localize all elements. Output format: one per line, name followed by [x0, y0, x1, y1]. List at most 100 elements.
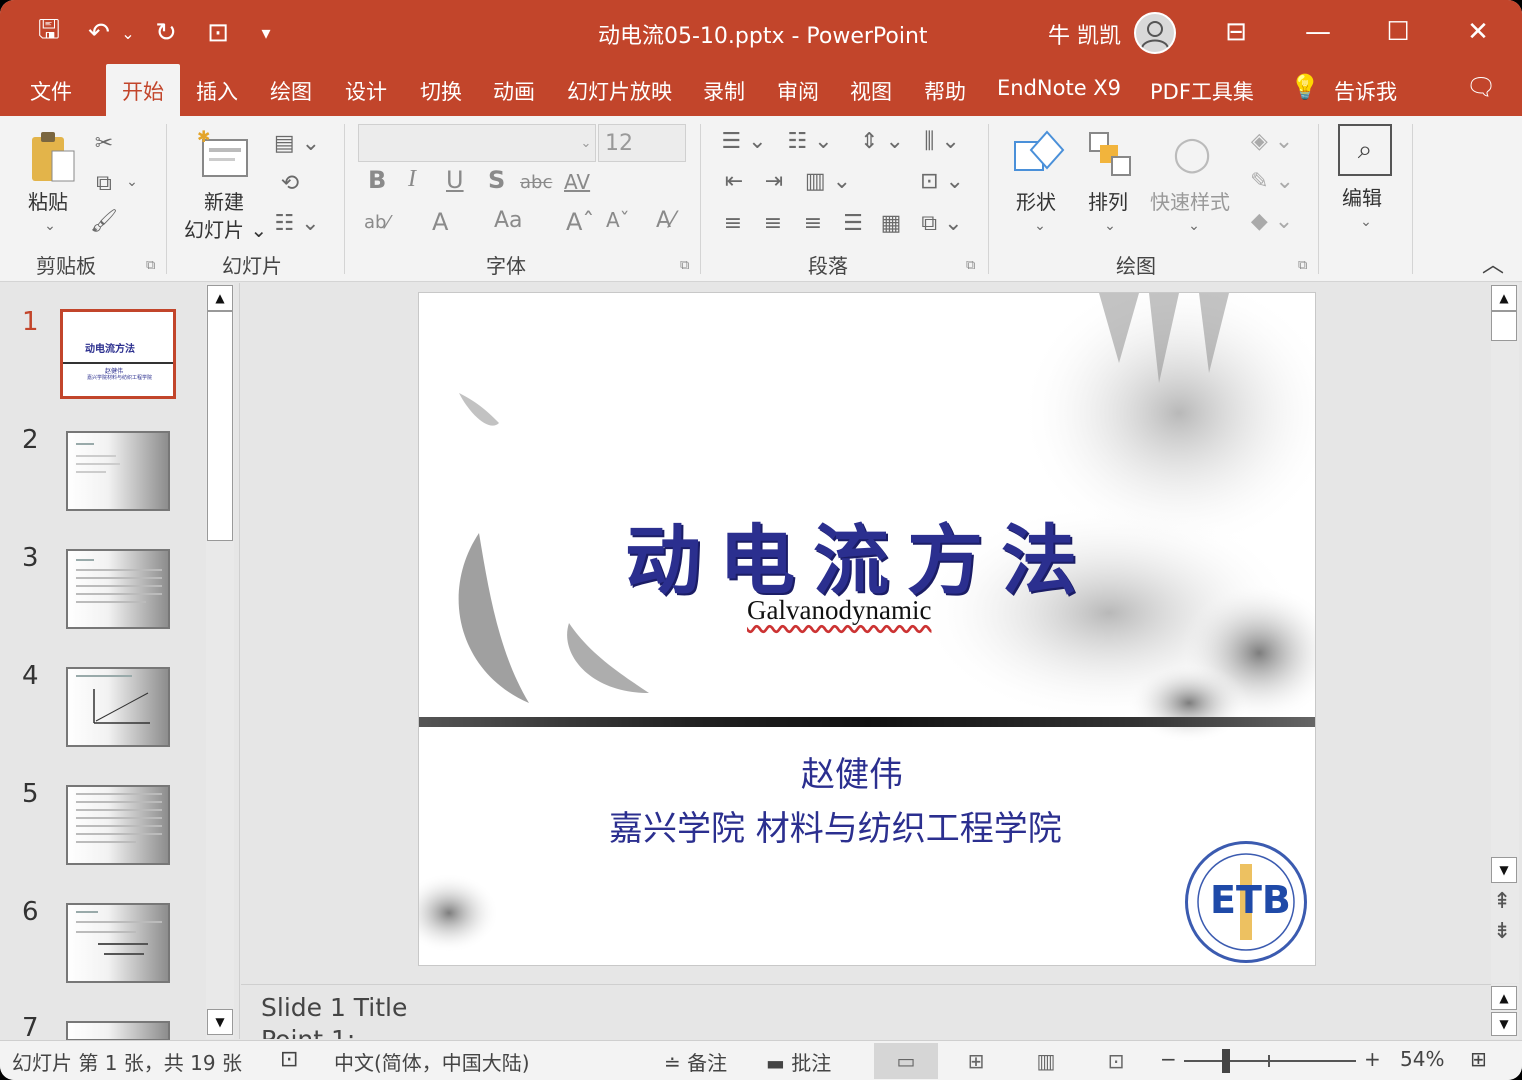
tab-draw[interactable]: 绘图 — [270, 76, 312, 106]
accessibility-icon[interactable]: ⊡ — [280, 1047, 298, 1072]
tab-design[interactable]: 设计 — [345, 76, 387, 106]
tab-pdf-tools[interactable]: PDF工具集 — [1150, 76, 1254, 106]
increase-indent-icon[interactable]: ⇥ — [756, 166, 792, 196]
clear-formatting-button[interactable]: A⁄ — [656, 208, 675, 233]
change-case-button[interactable]: Aa — [494, 208, 523, 233]
cut-icon[interactable]: ✂ — [88, 128, 120, 158]
new-slide-label[interactable]: 新建 — [204, 186, 244, 215]
change-case-highlight-button[interactable]: ab⁄ — [364, 212, 389, 233]
font-size-combo[interactable]: 12 — [598, 124, 686, 162]
notes-point[interactable]: Point 1: — [261, 1025, 355, 1039]
layout-icon[interactable]: ▤ ⌄ — [272, 128, 322, 158]
slide-scrollbar[interactable]: ▲ ▼ ⇞ ⇟ — [1491, 283, 1519, 983]
avatar[interactable] — [1134, 12, 1176, 54]
line-spacing-icon[interactable]: ⇕ ⌄ — [854, 126, 910, 156]
notes-scrollbar[interactable]: ▲ ▼ — [1491, 984, 1519, 1039]
shapes-dropdown-icon[interactable]: ⌄ — [1030, 216, 1050, 236]
clipboard-launcher-icon[interactable]: ⧉ — [146, 258, 155, 273]
ribbon-display-options-icon[interactable]: ⊟ — [1216, 14, 1256, 50]
font-launcher-icon[interactable]: ⧉ — [680, 258, 689, 273]
shadow-button[interactable]: S — [488, 166, 505, 194]
tab-help[interactable]: 帮助 — [924, 76, 966, 106]
scroll-up-button[interactable]: ▲ — [1491, 986, 1517, 1010]
tab-view[interactable]: 视图 — [850, 76, 892, 106]
tab-transitions[interactable]: 切换 — [420, 76, 462, 106]
present-from-start-icon[interactable]: ⊡ — [198, 16, 238, 50]
scroll-thumb[interactable] — [207, 311, 233, 541]
notes-toggle-button[interactable]: ≐ 备注 — [664, 1047, 727, 1076]
undo-icon[interactable]: ↶ — [82, 16, 116, 50]
smartart-icon[interactable]: ⧉ ⌄ — [914, 208, 970, 238]
fit-slide-button[interactable]: ⊞ — [1470, 1047, 1487, 1071]
underline-button[interactable]: U — [446, 166, 464, 194]
slide-thumbnail-5[interactable] — [66, 785, 170, 865]
quick-styles-icon[interactable]: ◯ — [1164, 126, 1220, 182]
quick-styles-dropdown-icon[interactable]: ⌄ — [1184, 216, 1204, 236]
increase-font-size-button[interactable]: Aˆ — [566, 208, 594, 236]
minimize-button[interactable]: — — [1298, 14, 1338, 50]
customize-quick-access-icon[interactable]: ▾ — [252, 16, 280, 50]
bold-button[interactable]: B — [368, 166, 386, 194]
redo-icon[interactable]: ↻ — [148, 16, 184, 50]
font-name-dropdown-icon[interactable]: ⌄ — [576, 124, 596, 162]
distributed-icon[interactable]: ▦ — [874, 208, 908, 238]
scroll-up-button[interactable]: ▲ — [1491, 285, 1517, 311]
decrease-font-size-button[interactable]: Aˇ — [606, 208, 630, 232]
language-status[interactable]: 中文(简体，中国大陆) — [334, 1047, 530, 1076]
bullets-icon[interactable]: ☰ ⌄ — [716, 126, 772, 156]
slide-thumbnail-1[interactable]: 动电流方法 赵健伟 嘉兴学院材料与纺织工程学院 — [60, 309, 176, 399]
reading-view-button[interactable]: ▥ — [1014, 1043, 1078, 1079]
paste-button[interactable]: 粘贴 — [28, 186, 68, 215]
tab-review[interactable]: 审阅 — [777, 76, 819, 106]
editing-button[interactable]: 编辑 — [1342, 182, 1382, 211]
scroll-up-button[interactable]: ▲ — [207, 285, 233, 311]
justify-icon[interactable]: ☰ — [836, 208, 870, 238]
new-slide-button[interactable]: 幻灯片 ⌄ — [184, 214, 267, 243]
tab-home[interactable]: 开始 — [106, 64, 180, 116]
tab-animations[interactable]: 动画 — [493, 76, 535, 106]
scroll-down-button[interactable]: ▼ — [1491, 857, 1517, 883]
align-center-icon[interactable]: ≡ — [756, 208, 790, 238]
zoom-out-button[interactable]: − — [1160, 1047, 1177, 1071]
zoom-in-button[interactable]: + — [1364, 1047, 1381, 1071]
comments-toggle-button[interactable]: ▬ 批注 — [766, 1047, 831, 1076]
arrange-icon[interactable] — [1084, 126, 1136, 182]
copy-dropdown-icon[interactable]: ⌄ — [122, 172, 142, 192]
text-direction-icon[interactable]: ⫼ ⌄ — [914, 126, 970, 156]
slide-thumbnail-6[interactable] — [66, 903, 170, 983]
paste-icon[interactable] — [26, 128, 80, 188]
zoom-slider-thumb[interactable] — [1222, 1049, 1230, 1073]
current-slide[interactable]: 动电流方法 Galvanodynamic 赵健伟 嘉兴学院 材料与纺织工程学院 … — [418, 292, 1316, 966]
shape-effects-icon[interactable]: ◆ ⌄ — [1244, 206, 1300, 236]
slide-thumbnail-2[interactable] — [66, 431, 170, 511]
font-name-combo[interactable] — [358, 124, 596, 162]
tab-file[interactable]: 文件 — [30, 76, 72, 106]
format-painter-icon[interactable]: 🖌 — [88, 206, 120, 236]
shape-fill-icon[interactable]: ◈ ⌄ — [1244, 126, 1300, 156]
previous-slide-icon[interactable]: ⇞ — [1493, 889, 1511, 914]
italic-button[interactable]: I — [408, 166, 416, 193]
collapse-ribbon-icon[interactable]: ︿ — [1478, 250, 1508, 278]
arrange-button[interactable]: 排列 — [1088, 186, 1128, 215]
normal-view-button[interactable]: ▭ — [874, 1043, 938, 1079]
shapes-icon[interactable] — [1010, 126, 1066, 182]
new-slide-icon[interactable]: ✱ — [196, 128, 252, 184]
slide-author[interactable]: 赵健伟 — [801, 747, 903, 796]
shapes-button[interactable]: 形状 — [1016, 186, 1056, 215]
quick-styles-button[interactable]: 快速样式 — [1150, 186, 1230, 215]
decrease-indent-icon[interactable]: ⇤ — [716, 166, 752, 196]
slide-thumbnail-4[interactable] — [66, 667, 170, 747]
align-left-icon[interactable]: ≡ — [716, 208, 750, 238]
align-text-icon[interactable]: ⊡ ⌄ — [914, 166, 970, 196]
scroll-down-button[interactable]: ▼ — [1491, 1012, 1517, 1036]
zoom-slider[interactable] — [1184, 1060, 1356, 1062]
section-icon[interactable]: ☷ ⌄ — [272, 208, 322, 238]
maximize-button[interactable]: ☐ — [1378, 14, 1418, 50]
slide-title[interactable]: 动电流方法 — [625, 499, 1095, 609]
reset-slide-icon[interactable]: ⟲ — [272, 168, 308, 198]
drawing-launcher-icon[interactable]: ⧉ — [1298, 258, 1307, 273]
user-name[interactable]: 牛 凯凯 — [1048, 18, 1121, 50]
notes-title[interactable]: Slide 1 Title — [261, 993, 407, 1022]
strikethrough-button[interactable]: abc — [520, 172, 552, 193]
zoom-level[interactable]: 54% — [1400, 1047, 1444, 1071]
